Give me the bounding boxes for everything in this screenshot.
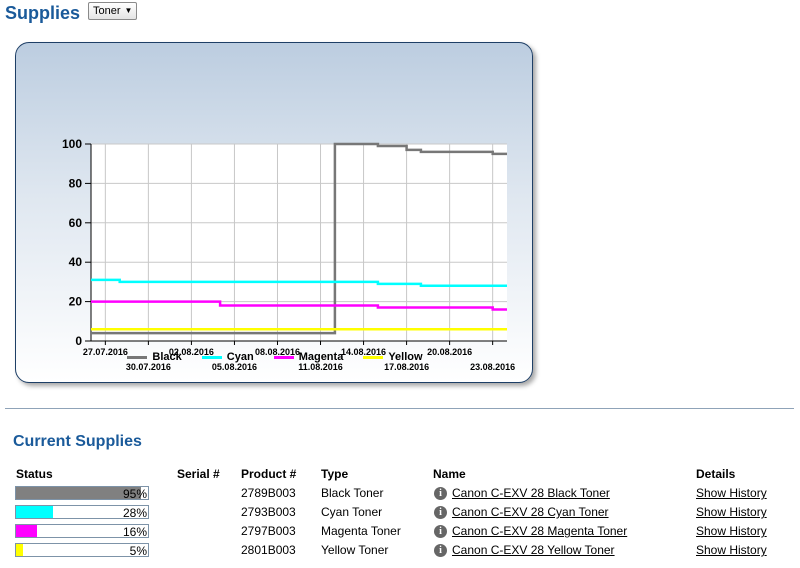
product-cell: 2801B003 bbox=[241, 543, 296, 557]
info-icon[interactable]: i bbox=[434, 506, 447, 519]
x-tick-label: 05.08.2016 bbox=[212, 362, 257, 372]
status-level-fill bbox=[16, 525, 38, 537]
legend-item-black: Black bbox=[127, 351, 182, 363]
x-tick-label: 11.08.2016 bbox=[298, 362, 343, 372]
status-level-bar: 28% bbox=[15, 505, 149, 520]
legend-swatch bbox=[363, 355, 384, 359]
y-tick-label: 60 bbox=[69, 216, 83, 230]
current-supplies-title: Current Supplies bbox=[13, 433, 142, 450]
x-tick-label: 17.08.2016 bbox=[384, 362, 429, 372]
x-tick-label: 30.07.2016 bbox=[126, 362, 171, 372]
product-cell: 2793B003 bbox=[241, 505, 296, 519]
section-divider bbox=[5, 408, 794, 409]
supply-type-value: Toner bbox=[93, 5, 121, 17]
legend-item-yellow: Yellow bbox=[363, 351, 423, 363]
info-icon[interactable]: i bbox=[434, 544, 447, 557]
chart-legend: Black Cyan Magenta Yellow bbox=[16, 351, 534, 363]
status-level-bar: 95% bbox=[15, 486, 149, 501]
supply-name-link[interactable]: Canon C-EXV 28 Cyan Toner bbox=[452, 504, 609, 520]
type-cell: Cyan Toner bbox=[321, 505, 383, 519]
show-history-link[interactable]: Show History bbox=[696, 504, 767, 520]
status-level-fill bbox=[16, 506, 53, 518]
type-cell: Black Toner bbox=[321, 486, 384, 500]
legend-swatch bbox=[127, 355, 148, 359]
legend-label: Yellow bbox=[388, 351, 423, 363]
supply-name-link[interactable]: Canon C-EXV 28 Yellow Toner bbox=[452, 542, 615, 558]
show-history-link[interactable]: Show History bbox=[696, 542, 767, 558]
column-header-name: Name bbox=[433, 467, 466, 481]
status-level-bar: 16% bbox=[15, 524, 149, 539]
table-row: 95% 2789B003 Black Toner i Canon C-EXV 28 Bl… bbox=[0, 484, 800, 503]
supply-history-chart: 02040608010027.07.201630.07.201602.08.20… bbox=[62, 137, 515, 372]
legend-swatch bbox=[273, 355, 294, 359]
x-tick-label: 23.08.2016 bbox=[470, 362, 515, 372]
product-cell: 2789B003 bbox=[241, 486, 296, 500]
legend-item-cyan: Cyan bbox=[201, 351, 254, 363]
y-tick-label: 100 bbox=[62, 137, 82, 151]
supply-name-link[interactable]: Canon C-EXV 28 Black Toner bbox=[452, 485, 610, 501]
supply-name-link[interactable]: Canon C-EXV 28 Magenta Toner bbox=[452, 523, 627, 539]
legend-swatch bbox=[201, 355, 222, 359]
column-header-serial: Serial # bbox=[177, 467, 220, 481]
type-cell: Magenta Toner bbox=[321, 524, 401, 538]
column-header-details: Details bbox=[696, 467, 736, 481]
status-level-fill bbox=[16, 544, 23, 556]
table-row: 28% 2793B003 Cyan Toner i Canon C-EXV 28 Cya… bbox=[0, 503, 800, 522]
table-row: 16% 2797B003 Magenta Toner i Canon C-EXV 28 … bbox=[0, 522, 800, 541]
column-header-status: Status bbox=[16, 467, 53, 481]
supply-type-select[interactable]: Toner ▼ bbox=[88, 2, 138, 20]
y-tick-label: 20 bbox=[69, 295, 83, 309]
status-level-bar: 5% bbox=[15, 543, 149, 558]
product-cell: 2797B003 bbox=[241, 524, 296, 538]
status-level-text: 28% bbox=[122, 506, 147, 520]
info-icon[interactable]: i bbox=[434, 487, 447, 500]
status-level-text: 5% bbox=[129, 544, 147, 558]
page-title: Supplies bbox=[5, 3, 81, 23]
plot-area bbox=[91, 144, 507, 341]
y-tick-label: 80 bbox=[69, 176, 83, 190]
supply-history-chart-panel: 0 20 40 60 80 100 27.07.2016 30.07.2016 02.08.20… bbox=[15, 42, 533, 383]
table-row: 5% 2801B003 Yellow Toner i Canon C-EXV 28 Ye… bbox=[0, 541, 800, 560]
status-level-text: 16% bbox=[122, 525, 147, 539]
legend-item-magenta: Magenta bbox=[273, 351, 344, 363]
chevron-down-icon: ▼ bbox=[124, 6, 133, 15]
type-cell: Yellow Toner bbox=[321, 543, 389, 557]
column-header-product: Product # bbox=[241, 467, 297, 481]
show-history-link[interactable]: Show History bbox=[696, 523, 767, 539]
status-level-text: 95% bbox=[122, 487, 147, 501]
show-history-link[interactable]: Show History bbox=[696, 485, 767, 501]
column-header-type: Type bbox=[321, 467, 349, 481]
y-tick-label: 40 bbox=[69, 255, 83, 269]
info-icon[interactable]: i bbox=[434, 525, 447, 538]
legend-label: Cyan bbox=[226, 351, 254, 363]
legend-label: Magenta bbox=[298, 351, 344, 363]
legend-label: Black bbox=[152, 351, 182, 363]
y-tick-label: 0 bbox=[75, 334, 82, 348]
